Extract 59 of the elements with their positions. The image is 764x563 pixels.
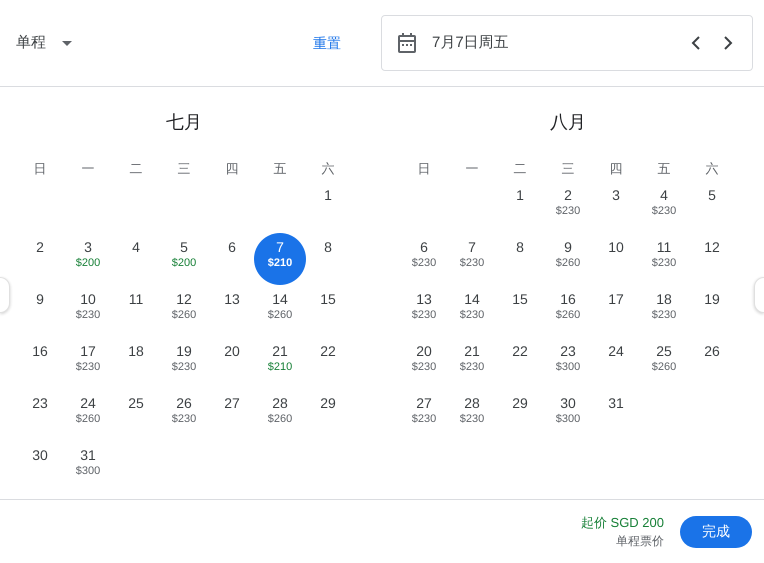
price-label: $210 bbox=[268, 360, 292, 374]
price-label: $300 bbox=[76, 464, 100, 478]
weekday-label: 二 bbox=[128, 160, 144, 178]
reset-link[interactable]: 重置 bbox=[313, 32, 341, 54]
price-label: $300 bbox=[556, 360, 580, 374]
price-label: $230 bbox=[460, 256, 484, 270]
selected-day[interactable]: 7 $210 bbox=[254, 233, 306, 285]
weekday-label: 六 bbox=[320, 160, 336, 178]
weekday-label: 日 bbox=[416, 160, 432, 178]
price-label: $230 bbox=[412, 360, 436, 374]
month-title: 七月 bbox=[165, 111, 203, 134]
price-label: $260 bbox=[556, 308, 580, 322]
price-label: $200 bbox=[76, 256, 100, 270]
weekday-label: 一 bbox=[464, 160, 480, 178]
price-label: $230 bbox=[460, 412, 484, 426]
day-cell[interactable]: 1 bbox=[302, 181, 354, 233]
price-label: $230 bbox=[652, 256, 676, 270]
price-label: $260 bbox=[172, 308, 196, 322]
price-label: $230 bbox=[652, 204, 676, 218]
price-label: $260 bbox=[268, 412, 292, 426]
price-label: $230 bbox=[76, 360, 100, 374]
price-label: $230 bbox=[412, 412, 436, 426]
date-field[interactable]: 7月7日周五 bbox=[381, 15, 753, 71]
price-label: $260 bbox=[556, 256, 580, 270]
chevron-right-icon bbox=[723, 36, 733, 50]
price-label: $230 bbox=[412, 256, 436, 270]
price-label: $260 bbox=[76, 412, 100, 426]
starting-price: 起价 SGD 200 bbox=[580, 514, 664, 532]
calendar-icon bbox=[398, 33, 416, 53]
price-label: $200 bbox=[172, 256, 196, 270]
weekday-label: 四 bbox=[608, 160, 624, 178]
price-label: $230 bbox=[412, 308, 436, 322]
price-label: $260 bbox=[268, 308, 292, 322]
weekday-label: 二 bbox=[512, 160, 528, 178]
weekday-label: 三 bbox=[560, 160, 576, 178]
price-note: 单程票价 bbox=[616, 533, 664, 550]
trip-type-dropdown[interactable]: 单程 bbox=[16, 32, 72, 54]
weekday-label: 六 bbox=[704, 160, 720, 178]
price-label: $260 bbox=[652, 360, 676, 374]
price-label: $230 bbox=[172, 412, 196, 426]
price-label: $230 bbox=[172, 360, 196, 374]
price-label: $230 bbox=[652, 308, 676, 322]
price-label: $300 bbox=[556, 412, 580, 426]
weekday-label: 五 bbox=[272, 160, 288, 178]
price-label: $230 bbox=[556, 204, 580, 218]
price-label: $210 bbox=[268, 256, 292, 270]
weekday-label: 一 bbox=[80, 160, 96, 178]
price-label: $230 bbox=[460, 360, 484, 374]
month-title: 八月 bbox=[549, 111, 587, 134]
date-value: 7月7日周五 bbox=[432, 32, 509, 53]
chevron-left-icon bbox=[691, 36, 701, 50]
price-label: $230 bbox=[460, 308, 484, 322]
weekday-label: 五 bbox=[656, 160, 672, 178]
weekday-label: 四 bbox=[224, 160, 240, 178]
caret-icon bbox=[62, 40, 72, 46]
weekday-label: 三 bbox=[176, 160, 192, 178]
weekday-label: 日 bbox=[32, 160, 48, 178]
done-button[interactable]: 完成 bbox=[680, 516, 752, 548]
price-label: $230 bbox=[76, 308, 100, 322]
